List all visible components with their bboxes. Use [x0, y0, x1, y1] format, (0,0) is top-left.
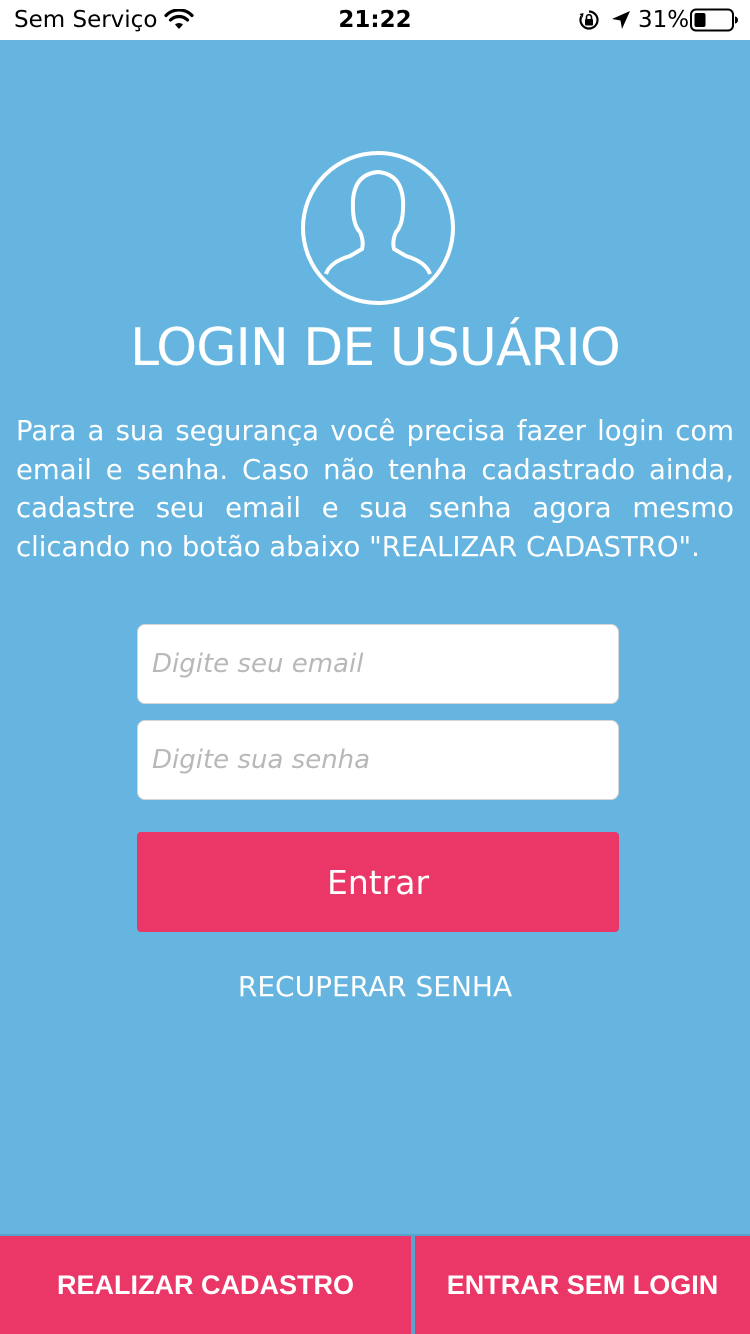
- recover-password-link[interactable]: RECUPERAR SENHA: [0, 970, 750, 1003]
- security-notice: Para a sua segurança você precisa fazer …: [16, 415, 734, 563]
- password-field[interactable]: [137, 720, 619, 800]
- user-avatar-icon: [301, 151, 455, 305]
- login-button[interactable]: Entrar: [137, 832, 619, 932]
- page-title: LOGIN DE USUÁRIO: [130, 318, 621, 378]
- orientation-lock-icon: [579, 10, 599, 30]
- email-field[interactable]: [137, 624, 619, 704]
- guest-login-button[interactable]: ENTRAR SEM LOGIN: [413, 1234, 750, 1334]
- status-bar: Sem Serviço 21:22 31%: [0, 0, 750, 40]
- location-arrow-icon: [612, 11, 630, 29]
- register-button[interactable]: REALIZAR CADASTRO: [0, 1234, 413, 1334]
- battery-icon: [690, 8, 738, 32]
- battery-percent: 31%: [638, 7, 690, 33]
